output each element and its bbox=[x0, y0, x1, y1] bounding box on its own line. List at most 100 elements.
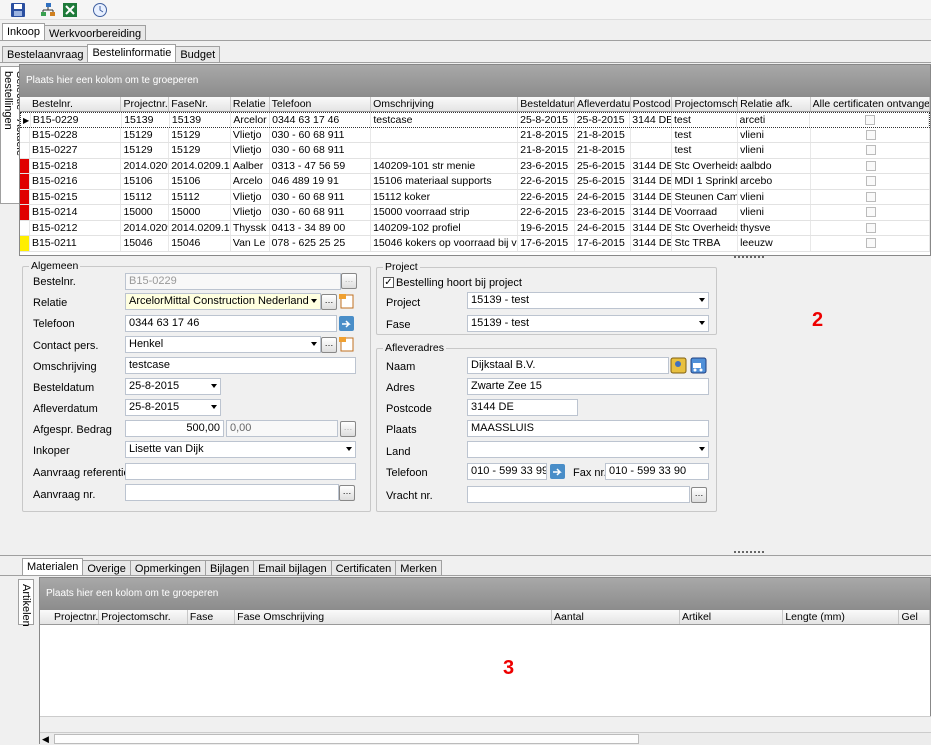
inkoper-select[interactable]: Lisette van Dijk bbox=[125, 441, 356, 458]
adres-field[interactable]: Zwarte Zee 15 bbox=[467, 378, 709, 395]
certificate-checkbox[interactable] bbox=[864, 115, 875, 125]
scroll-left-icon[interactable]: ◀ bbox=[42, 734, 49, 745]
table-cell: Arcelor bbox=[231, 113, 271, 127]
telefoon-field[interactable]: 0344 63 17 46 bbox=[125, 315, 337, 332]
tab-bijlagen[interactable]: Bijlagen bbox=[204, 560, 255, 576]
clock-icon[interactable] bbox=[92, 2, 108, 18]
truck-icon[interactable] bbox=[690, 357, 707, 374]
column-header[interactable]: Postcode bbox=[631, 97, 673, 111]
column-header[interactable]: Telefoon bbox=[270, 97, 372, 111]
naam-field[interactable]: Dijkstaal B.V. bbox=[467, 357, 669, 374]
new-card-icon[interactable] bbox=[338, 336, 355, 353]
bedrag-more-button[interactable]: … bbox=[340, 421, 356, 437]
contact-more-button[interactable]: … bbox=[321, 337, 337, 353]
bestelnr-field[interactable]: B15-0229 bbox=[125, 273, 341, 290]
certificate-checkbox[interactable] bbox=[865, 207, 876, 217]
table-row[interactable]: B15-0227 15129 15129 Vlietjo 030 - 60 68 911… bbox=[20, 143, 930, 159]
certificate-checkbox[interactable] bbox=[865, 238, 876, 248]
column-header[interactable]: Besteldatum bbox=[518, 97, 575, 111]
horizontal-scrollbar[interactable]: ◀ bbox=[40, 732, 931, 745]
tab-bestelaanvraag[interactable]: Bestelaanvraag bbox=[2, 46, 89, 62]
bestelnr-more-button[interactable]: … bbox=[341, 273, 357, 289]
contact-select[interactable]: Henkel bbox=[125, 336, 321, 353]
fax-field[interactable]: 010 - 599 33 90 bbox=[605, 463, 709, 480]
tab-email-bijlagen[interactable]: Email bijlagen bbox=[253, 560, 332, 576]
vracht-more-button[interactable]: … bbox=[691, 487, 707, 503]
aanvraag-nr-field[interactable] bbox=[125, 484, 339, 501]
column-header[interactable]: Projectomschr. bbox=[99, 610, 188, 624]
splitter-handle[interactable] bbox=[734, 551, 764, 554]
vracht-field[interactable] bbox=[467, 486, 690, 503]
certificate-checkbox[interactable] bbox=[865, 222, 876, 233]
table-cell: Van Le bbox=[231, 236, 270, 251]
table-cell bbox=[811, 158, 930, 173]
column-header[interactable]: Afleverdatum bbox=[575, 97, 631, 111]
column-header[interactable]: Relatie afk. bbox=[738, 97, 811, 111]
table-cell: B15-0211 bbox=[30, 236, 122, 251]
address-book-icon[interactable] bbox=[670, 357, 687, 374]
splitter-handle[interactable] bbox=[734, 256, 764, 259]
phone-call-icon[interactable] bbox=[338, 315, 355, 332]
column-header[interactable]: Alle certificaten ontvangen bbox=[811, 97, 930, 111]
table-row[interactable]: B15-0216 15106 15106 Arcelo 046 489 19 91 151… bbox=[20, 174, 930, 190]
column-header[interactable]: FaseNr. bbox=[169, 97, 231, 111]
column-header[interactable]: Bestelnr. bbox=[20, 97, 122, 111]
column-header[interactable]: Omschrijving bbox=[371, 97, 519, 111]
scrollbar-thumb[interactable] bbox=[54, 734, 639, 744]
besteldatum-picker[interactable]: 25-8-2015 bbox=[125, 378, 221, 395]
certificate-checkbox[interactable] bbox=[865, 145, 876, 155]
table-row[interactable]: B15-0218 2014.0209 2014.0209.1 Aalber 0313 -… bbox=[20, 158, 930, 174]
certificate-checkbox[interactable] bbox=[865, 176, 876, 186]
tab-budget[interactable]: Budget bbox=[175, 46, 221, 62]
hierarchy-icon[interactable] bbox=[40, 2, 56, 18]
tab-opmerkingen[interactable]: Opmerkingen bbox=[129, 560, 206, 576]
column-header[interactable]: Artikel bbox=[680, 610, 784, 624]
table-row[interactable]: B15-0215 15112 15112 Vlietjo 030 - 60 68 911… bbox=[20, 189, 930, 205]
plaats-field[interactable]: MAASSLUIS bbox=[467, 420, 709, 437]
fase-select[interactable]: 15139 - test bbox=[467, 315, 709, 332]
certificate-checkbox[interactable] bbox=[865, 160, 876, 171]
afleverdatum-picker[interactable]: 25-8-2015 bbox=[125, 399, 221, 416]
excel-icon[interactable] bbox=[62, 2, 78, 18]
aanvraag-nr-more-button[interactable]: … bbox=[339, 485, 355, 501]
table-row[interactable]: B15-0211 15046 15046 Van Le 078 - 625 25 25 1… bbox=[20, 236, 930, 252]
adres-label: Adres bbox=[386, 382, 415, 394]
phone-call-icon[interactable] bbox=[549, 463, 566, 480]
column-header[interactable]: Projectnr. bbox=[40, 610, 100, 624]
save-icon[interactable] bbox=[10, 2, 26, 18]
bedrag-field[interactable]: 500,00 bbox=[125, 420, 224, 437]
relatie-more-button[interactable]: … bbox=[321, 294, 337, 310]
land-select[interactable] bbox=[467, 441, 709, 458]
tab-inkoop[interactable]: Inkoop bbox=[2, 23, 46, 41]
column-header[interactable]: Relatie bbox=[231, 97, 270, 111]
column-header[interactable]: Projectomschrijving bbox=[672, 97, 739, 111]
tab-bestelinformatie[interactable]: Bestelinformatie bbox=[87, 44, 177, 62]
table-cell: 15106 bbox=[169, 174, 231, 189]
side-tab-artikelen[interactable]: Artikelen bbox=[18, 579, 34, 627]
table-row[interactable]: B15-0212 2014.0209 2014.0209.1 Thyssk 0413 -… bbox=[20, 220, 930, 236]
tab-overige[interactable]: Overige bbox=[82, 560, 131, 576]
column-header[interactable]: Aantal bbox=[552, 610, 680, 624]
column-header[interactable]: Fase Omschrijving bbox=[235, 610, 553, 624]
aanvraag-ref-field[interactable] bbox=[125, 463, 356, 480]
certificate-checkbox[interactable] bbox=[865, 129, 876, 140]
tab-certificaten[interactable]: Certificaten bbox=[330, 560, 397, 576]
tab-werkvoorbereiding[interactable]: Werkvoorbereiding bbox=[44, 25, 147, 41]
omschrijving-field[interactable]: testcase bbox=[125, 357, 356, 374]
column-header[interactable]: Fase bbox=[188, 610, 236, 624]
postcode-field[interactable]: 3144 DE bbox=[467, 399, 578, 416]
relatie-select[interactable]: ArcelorMittal Construction Nederland bbox=[125, 293, 321, 310]
project-select[interactable]: 15139 - test bbox=[467, 292, 709, 309]
column-header[interactable]: Lengte (mm) bbox=[783, 610, 900, 624]
table-row[interactable]: B15-0214 15000 15000 Vlietjo 030 - 60 68 911… bbox=[20, 205, 930, 221]
certificate-checkbox[interactable] bbox=[865, 191, 876, 202]
column-header[interactable]: Gel bbox=[899, 610, 931, 624]
table-row[interactable]: ▶ B15-0229 15139 15139 Arcelor 0344 63 17 46 t… bbox=[20, 112, 930, 128]
tab-merken[interactable]: Merken bbox=[395, 560, 442, 576]
new-card-icon[interactable] bbox=[338, 293, 355, 310]
column-header[interactable]: Projectnr. bbox=[121, 97, 170, 111]
tab-materialen[interactable]: Materialen bbox=[22, 558, 84, 576]
table-row[interactable]: B15-0228 15129 15129 Vlietjo 030 - 60 68 911… bbox=[20, 127, 930, 143]
bestelling-project-checkbox[interactable]: ✓ bbox=[383, 277, 394, 288]
adres-telefoon-field[interactable]: 010 - 599 33 99 bbox=[467, 463, 547, 480]
